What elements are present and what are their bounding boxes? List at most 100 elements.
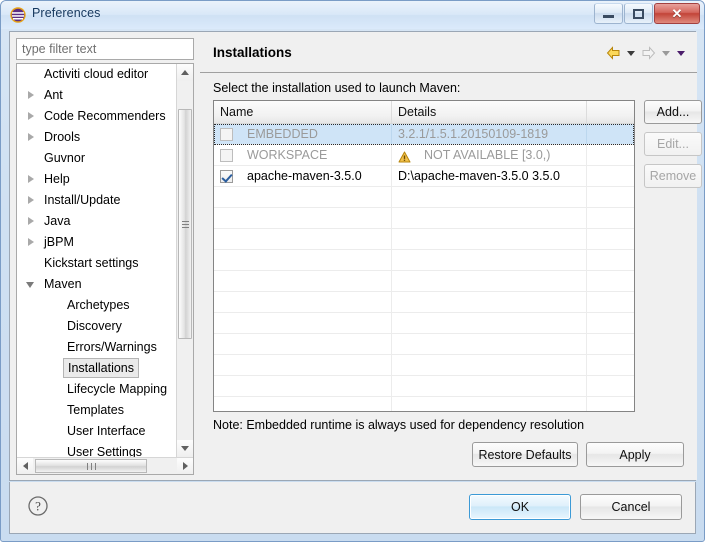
sidebar-item-label: Code Recommenders — [44, 109, 166, 123]
sidebar-item-installations[interactable]: Installations — [17, 358, 177, 379]
cancel-button[interactable]: Cancel — [580, 494, 682, 520]
cell-details: D:\apache-maven-3.5.0 3.5.0 — [392, 166, 587, 186]
tree-collapsed-icon[interactable] — [28, 112, 34, 120]
sidebar-item-ant[interactable]: Ant — [17, 85, 177, 106]
ok-button[interactable]: OK — [469, 494, 571, 520]
sidebar-item-label: Archetypes — [67, 298, 130, 312]
back-dropdown-icon[interactable] — [623, 44, 638, 62]
sidebar-item-user-settings[interactable]: User Settings — [17, 442, 177, 457]
tree-collapsed-icon[interactable] — [28, 133, 34, 141]
cell-details: NOT AVAILABLE [3.0,) — [392, 145, 587, 165]
scroll-left-button[interactable] — [17, 458, 33, 474]
forward-arrow-icon — [638, 44, 658, 62]
sidebar-item-lifecycle-mapping[interactable]: Lifecycle Mapping — [17, 379, 177, 400]
sidebar-item-errors-warnings[interactable]: Errors/Warnings — [17, 337, 177, 358]
horizontal-scroll-thumb[interactable] — [35, 459, 147, 473]
sidebar-item-jbpm[interactable]: jBPM — [17, 232, 177, 253]
cell-details: 3.2.1/1.5.1.20150109-1819 — [392, 124, 587, 144]
cell-name — [214, 208, 392, 228]
table-row[interactable]: EMBEDDED 3.2.1/1.5.1.20150109-1819 — [214, 124, 634, 145]
sidebar-item-code-recommenders[interactable]: Code Recommenders — [17, 106, 177, 127]
cell-details — [392, 376, 587, 396]
cell-extra — [587, 334, 634, 354]
table-row[interactable]: apache-maven-3.5.0 D:\apache-maven-3.5.0 … — [214, 166, 634, 187]
table-empty-row — [214, 229, 634, 250]
filter-input[interactable]: type filter text — [16, 38, 194, 60]
scroll-right-button[interactable] — [177, 458, 193, 474]
scroll-down-button[interactable] — [177, 440, 193, 457]
tree-collapsed-icon[interactable] — [28, 196, 34, 204]
tree-collapsed-icon[interactable] — [28, 217, 34, 225]
cell-name-text: EMBEDDED — [247, 127, 318, 141]
tree-collapsed-icon[interactable] — [28, 175, 34, 183]
cell-details — [392, 313, 587, 333]
cell-details — [392, 208, 587, 228]
installations-table[interactable]: Name Details EMBEDDED 3.2.1/1.5.1.2015010… — [213, 100, 635, 412]
tree-collapsed-icon[interactable] — [28, 238, 34, 246]
sidebar-item-help[interactable]: Help — [17, 169, 177, 190]
cell-extra — [587, 229, 634, 249]
row-checkbox[interactable] — [220, 128, 233, 141]
cell-details-text: D:\apache-maven-3.5.0 3.5.0 — [398, 169, 560, 183]
page-menu-icon[interactable] — [673, 44, 688, 62]
column-header-details[interactable]: Details — [392, 101, 587, 123]
sidebar-item-activiti-cloud-editor[interactable]: Activiti cloud editor — [17, 64, 177, 85]
sidebar-item-label: Templates — [67, 403, 124, 417]
scroll-up-button[interactable] — [177, 64, 193, 81]
sidebar-item-maven[interactable]: Maven — [17, 274, 177, 295]
row-checkbox[interactable] — [220, 149, 233, 162]
cell-extra — [587, 208, 634, 228]
sidebar-item-kickstart-settings[interactable]: Kickstart settings — [17, 253, 177, 274]
tree-horizontal-scrollbar[interactable] — [17, 457, 193, 474]
table-row[interactable]: WORKSPACE NOT AVAILABLE [3.0,) — [214, 145, 634, 166]
cell-name — [214, 271, 392, 291]
sidebar-item-label: Help — [44, 172, 70, 186]
grip-icon — [181, 219, 189, 230]
sidebar-item-java[interactable]: Java — [17, 211, 177, 232]
window-controls: ✕ — [594, 3, 700, 25]
close-button[interactable]: ✕ — [654, 3, 700, 24]
cell-extra — [587, 124, 634, 144]
add-button[interactable]: Add... — [644, 100, 702, 124]
column-header-extra[interactable] — [587, 101, 634, 123]
tree-vertical-scrollbar[interactable] — [176, 64, 193, 457]
sidebar-item-drools[interactable]: Drools — [17, 127, 177, 148]
tree-expanded-icon[interactable] — [26, 282, 34, 288]
sidebar-item-install-update[interactable]: Install/Update — [17, 190, 177, 211]
sidebar-item-guvnor[interactable]: Guvnor — [17, 148, 177, 169]
sidebar-item-label: User Interface — [67, 424, 146, 438]
cell-details-text: 3.2.1/1.5.1.20150109-1819 — [398, 127, 549, 141]
restore-defaults-button[interactable]: Restore Defaults — [472, 442, 578, 467]
maximize-button[interactable] — [624, 3, 653, 24]
minimize-button[interactable] — [594, 3, 623, 24]
column-header-name[interactable]: Name — [214, 101, 392, 123]
sidebar-item-archetypes[interactable]: Archetypes — [17, 295, 177, 316]
navigation-bar — [603, 44, 688, 62]
triangle-down-icon — [181, 446, 189, 451]
sidebar-item-label: Ant — [44, 88, 63, 102]
tree-collapsed-icon[interactable] — [28, 91, 34, 99]
remove-button: Remove — [644, 164, 702, 188]
apply-button[interactable]: Apply — [586, 442, 684, 467]
sidebar-item-label: Activiti cloud editor — [44, 67, 149, 81]
note-text: Note: Embedded runtime is always used fo… — [213, 418, 585, 432]
row-checkbox[interactable] — [220, 170, 233, 183]
sidebar-item-label: jBPM — [44, 235, 74, 249]
preferences-tree: Activiti cloud editor Ant Code Recommender… — [16, 63, 194, 475]
cell-name: EMBEDDED — [214, 124, 392, 144]
edit-button: Edit... — [644, 132, 702, 156]
cell-details — [392, 250, 587, 270]
back-arrow-icon[interactable] — [603, 44, 623, 62]
sidebar-item-label: Guvnor — [44, 151, 85, 165]
sidebar-item-label: Install/Update — [44, 193, 121, 207]
help-icon[interactable]: ? — [27, 495, 49, 517]
preferences-icon — [10, 7, 26, 23]
cell-name: WORKSPACE — [214, 145, 392, 165]
cell-details — [392, 229, 587, 249]
vertical-scroll-thumb[interactable] — [178, 109, 192, 339]
sidebar-item-templates[interactable]: Templates — [17, 400, 177, 421]
cell-name-text: WORKSPACE — [247, 148, 328, 162]
cell-details — [392, 397, 587, 411]
sidebar-item-discovery[interactable]: Discovery — [17, 316, 177, 337]
sidebar-item-user-interface[interactable]: User Interface — [17, 421, 177, 442]
